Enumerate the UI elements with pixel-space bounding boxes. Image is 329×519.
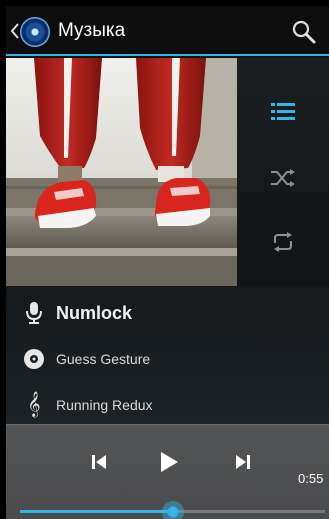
album-name: Guess Gesture: [56, 351, 151, 367]
search-icon[interactable]: [291, 19, 317, 45]
seek-thumb[interactable]: [161, 501, 184, 519]
playback-options-panel: [237, 58, 329, 286]
previous-track-button[interactable]: [84, 449, 114, 475]
repeat-button[interactable]: [267, 226, 299, 258]
song-title: Running Redux: [56, 397, 153, 413]
play-button[interactable]: [154, 449, 184, 475]
play-icon: [161, 452, 178, 472]
repeat-icon: [274, 232, 292, 252]
artist-row[interactable]: Numlock: [6, 290, 329, 336]
shuffle-button[interactable]: [267, 162, 299, 194]
seek-bar[interactable]: [20, 501, 325, 519]
chevron-left-icon[interactable]: [10, 23, 20, 39]
skip-previous-icon: [92, 455, 106, 469]
next-track-button[interactable]: [228, 449, 258, 475]
seek-progress: [20, 510, 173, 513]
album-row[interactable]: Guess Gesture: [6, 336, 329, 382]
artist-name: Numlock: [56, 302, 133, 323]
now-playing-list-button[interactable]: [267, 96, 299, 128]
playback-controls-bar: 0:55: [6, 424, 329, 519]
shuffle-icon: [271, 169, 295, 187]
elapsed-time: 0:55: [298, 471, 324, 486]
album-cover-image: [6, 58, 237, 286]
app-title: Музыка: [58, 20, 126, 41]
music-player-screen: Музыка Numlock Guess Gesture 𝄞 Running R…: [6, 6, 329, 519]
treble-clef-icon: 𝄞: [27, 392, 41, 417]
song-row[interactable]: 𝄞 Running Redux: [6, 382, 329, 428]
album-disc-icon: [22, 347, 46, 371]
skip-next-icon: [236, 455, 250, 469]
now-playing-list-icon: [271, 103, 295, 120]
music-app-icon[interactable]: [20, 17, 50, 47]
action-bar: Музыка: [6, 6, 329, 56]
microphone-icon: [22, 301, 46, 325]
track-info-panel: Numlock Guess Gesture 𝄞 Running Redux: [6, 286, 329, 428]
